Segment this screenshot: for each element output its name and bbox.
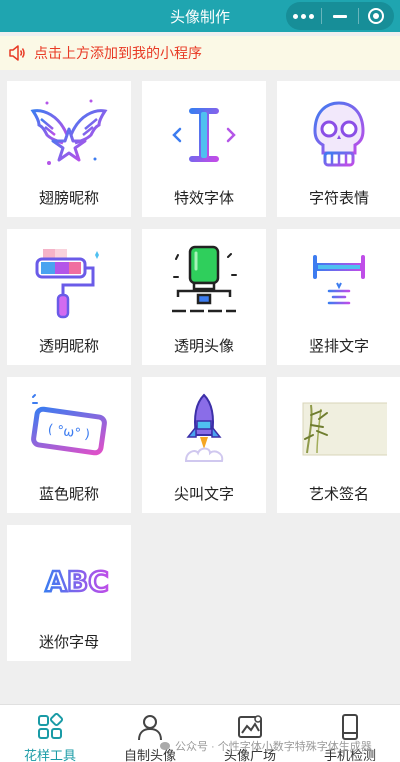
skull-emoji-icon <box>313 101 365 167</box>
close-target-icon <box>368 8 385 24</box>
tool-card-char-emoji[interactable]: 字符表情 <box>277 81 400 217</box>
slime-block-icon <box>172 245 237 313</box>
tool-label: 尖叫文字 <box>173 486 234 503</box>
watermark-text: 公众号 · 个性字体小数字特殊字体生成器 <box>175 741 372 753</box>
minimize-button[interactable] <box>322 2 357 30</box>
tool-card-wing-nickname[interactable]: 翅膀昵称 <box>7 81 131 217</box>
tool-label: 透明昵称 <box>38 338 99 355</box>
bamboo-painting-icon <box>302 402 387 456</box>
tool-label: 蓝色昵称 <box>38 486 99 503</box>
tool-card-art-signature[interactable]: 艺术签名 <box>277 377 400 513</box>
tool-label: 竖排文字 <box>308 338 369 355</box>
tool-label: 迷你字母 <box>38 634 99 651</box>
wing-star-icon <box>30 99 108 165</box>
vertical-text-icon <box>313 255 365 305</box>
tool-label: 透明头像 <box>173 338 234 355</box>
tab-tools[interactable]: 花样工具 <box>0 705 100 762</box>
tool-card-blue-nickname[interactable]: ( °ω° ) 蓝色昵称 <box>7 377 131 513</box>
phone-icon <box>342 714 358 740</box>
wechat-watermark: 公众号 · 个性字体小数字特殊字体生成器 <box>160 738 372 754</box>
close-button[interactable] <box>359 2 394 30</box>
tool-label: 翅膀昵称 <box>38 190 99 207</box>
add-to-miniprogram-notice[interactable]: 点击上方添加到我的小程序 <box>0 36 400 70</box>
tool-card-vertical-text[interactable]: 竖排文字 <box>277 229 400 365</box>
text-cursor-icon <box>172 108 236 162</box>
tool-card-transparent-avatar[interactable]: 透明头像 <box>142 229 266 365</box>
tool-card-mini-letters[interactable]: ABC 迷你字母 <box>7 525 131 661</box>
svg-text:ABC: ABC <box>45 565 109 598</box>
kaomoji-tag-icon: ( °ω° ) <box>31 394 107 456</box>
tool-label: 艺术签名 <box>308 486 369 503</box>
notice-text: 点击上方添加到我的小程序 <box>34 45 202 61</box>
minimize-icon <box>332 14 347 18</box>
tool-card-scream-text[interactable]: 尖叫文字 <box>142 377 266 513</box>
more-dots-icon <box>293 13 315 19</box>
tool-card-effect-font[interactable]: 特效字体 <box>142 81 266 217</box>
rocket-icon <box>184 393 224 462</box>
grid-tools-icon <box>38 713 64 739</box>
svg-text:( °ω° ): ( °ω° ) <box>47 422 91 443</box>
person-icon <box>138 715 162 741</box>
tool-label: 字符表情 <box>308 190 369 207</box>
abc-letters-icon: ABC <box>44 564 110 600</box>
tab-label: 花样工具 <box>23 748 76 762</box>
title-bar: 头像制作 <box>0 0 400 32</box>
tool-card-transparent-nickname[interactable]: 透明昵称 <box>7 229 131 365</box>
more-button[interactable] <box>286 2 321 30</box>
wechat-logo-icon <box>160 742 170 750</box>
tool-label: 特效字体 <box>173 190 234 207</box>
speaker-icon <box>9 45 25 61</box>
paint-roller-icon <box>35 249 99 319</box>
capsule-menu <box>286 2 394 30</box>
image-gallery-icon <box>238 715 262 738</box>
